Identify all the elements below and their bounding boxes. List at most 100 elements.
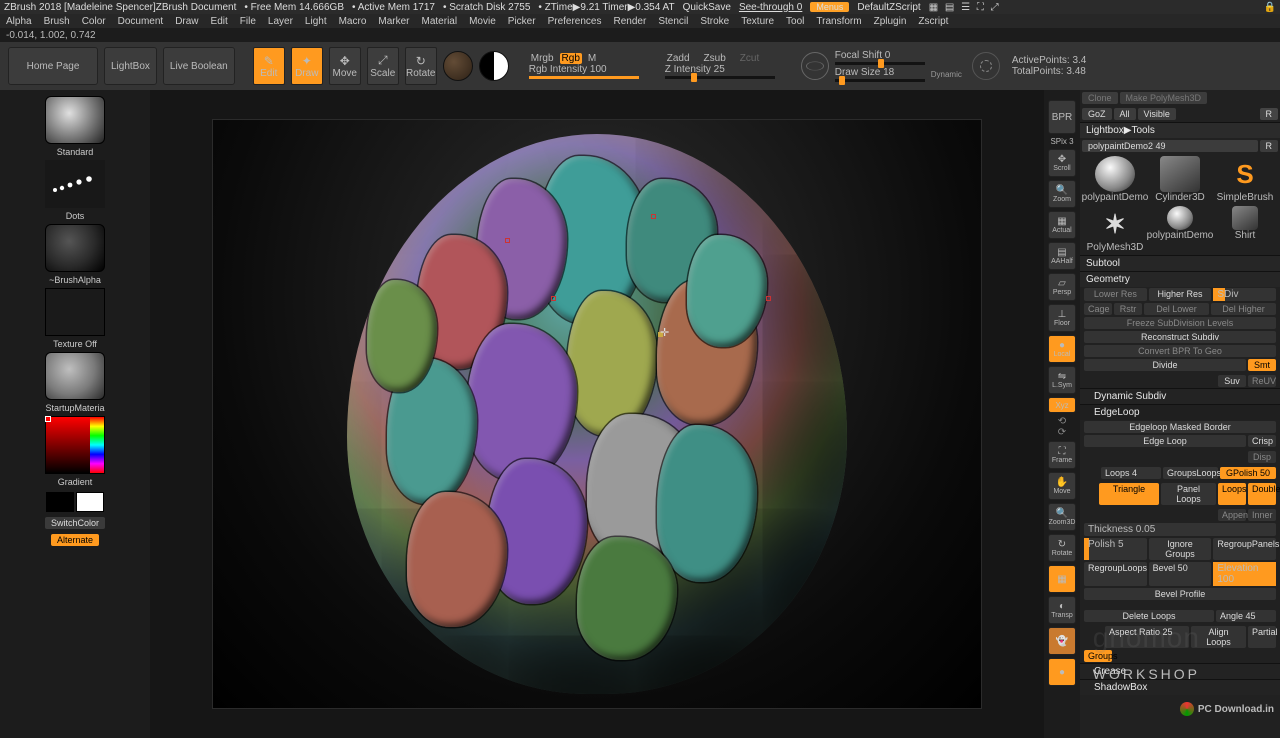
menu-brush[interactable]: Brush — [42, 16, 72, 27]
ghost-button[interactable]: 👻 — [1048, 627, 1076, 655]
move3d-button[interactable]: ✋Move — [1048, 472, 1076, 500]
live-boolean-button[interactable]: Live Boolean — [163, 47, 235, 85]
color-picker[interactable] — [45, 416, 105, 474]
menu-zplugin[interactable]: Zplugin — [872, 16, 909, 27]
loops2-button[interactable]: Loops — [1218, 483, 1246, 505]
rotate-mode-button[interactable]: ↻Rotate — [405, 47, 437, 85]
thickness-slider[interactable]: Thickness 0.05 — [1084, 523, 1276, 536]
frame-button[interactable]: ⛶Frame — [1048, 441, 1076, 469]
zadd-button[interactable]: Zadd — [665, 53, 692, 64]
angle-slider[interactable]: Angle 45 — [1216, 610, 1276, 622]
menu-preferences[interactable]: Preferences — [546, 16, 604, 27]
menu-draw[interactable]: Draw — [173, 16, 200, 27]
menu-picker[interactable]: Picker — [506, 16, 538, 27]
menus-toggle[interactable]: Menus — [810, 2, 849, 12]
tool-polypaint2[interactable]: polypaintDemo — [1149, 206, 1211, 253]
groupsloops-button[interactable]: GroupsLoops — [1163, 467, 1218, 479]
brush-preview-icon[interactable] — [972, 52, 1000, 80]
lsym-button[interactable]: ⇋L.Sym — [1048, 366, 1076, 394]
triangle-button[interactable]: Triangle — [1099, 483, 1159, 505]
lightbox-button[interactable]: LightBox — [104, 47, 157, 85]
bpr-button[interactable]: BPR — [1048, 100, 1076, 134]
bevel-profile-button[interactable]: Bevel Profile — [1084, 588, 1276, 600]
default-zscript[interactable]: DefaultZScript — [857, 2, 920, 13]
panel-loops-button[interactable]: Panel Loops — [1161, 483, 1216, 505]
edit-mode-button[interactable]: ✎Edit — [253, 47, 285, 85]
texture-thumb[interactable] — [45, 288, 105, 336]
dynamic-toggle[interactable]: Dynamic — [931, 70, 962, 79]
goz-all-button[interactable]: All — [1114, 108, 1136, 120]
inner-button[interactable]: Inner — [1248, 509, 1276, 521]
menu-alpha[interactable]: Alpha — [4, 16, 34, 27]
tool-shirt[interactable]: Shirt — [1214, 206, 1276, 253]
solo-button[interactable]: ● — [1048, 658, 1076, 686]
menu-material[interactable]: Material — [420, 16, 460, 27]
lower-res-button[interactable]: Lower Res — [1084, 288, 1147, 301]
tool-polymesh3d[interactable]: ✶PolyMesh3D — [1084, 206, 1146, 253]
zsub-button[interactable]: Zsub — [702, 53, 728, 64]
alternate-button[interactable]: Alternate — [51, 534, 99, 546]
quicksave-button[interactable]: QuickSave — [683, 2, 731, 13]
subtool-header[interactable]: Subtool — [1080, 255, 1280, 271]
dynamic-subdiv-header[interactable]: Dynamic Subdiv — [1080, 388, 1280, 404]
lock-icon[interactable]: 🔒 — [1264, 2, 1276, 13]
goz-visible-button[interactable]: Visible — [1138, 108, 1176, 120]
move-mode-button[interactable]: ✥Move — [329, 47, 361, 85]
stroke-thumb[interactable] — [45, 160, 105, 208]
home-page-button[interactable]: Home Page — [8, 47, 98, 85]
menu-stroke[interactable]: Stroke — [698, 16, 731, 27]
scroll-button[interactable]: ✥Scroll — [1048, 149, 1076, 177]
gpolish-slider[interactable]: GPolish 50 — [1220, 467, 1276, 479]
convert-bpr-button[interactable]: Convert BPR To Geo — [1084, 345, 1276, 357]
edgeloop-masked-button[interactable]: Edgeloop Masked Border — [1084, 421, 1276, 433]
freeze-subdiv-button[interactable]: Freeze SubDivision Levels — [1084, 317, 1276, 329]
m-button[interactable]: M — [586, 53, 598, 64]
regroup-panels-button[interactable]: RegroupPanels — [1213, 538, 1276, 560]
reuv-button[interactable]: ReUV — [1248, 375, 1276, 387]
swatch-secondary[interactable] — [46, 492, 74, 512]
polish-slider[interactable]: Polish 5 — [1084, 538, 1147, 560]
aahalf-button[interactable]: ▤AAHalf — [1048, 242, 1076, 270]
menu-zscript[interactable]: Zscript — [916, 16, 950, 27]
active-tool-label[interactable]: polypaintDemo2 49 — [1082, 140, 1258, 152]
zoom3d-button[interactable]: 🔍Zoom3D — [1048, 503, 1076, 531]
focal-shift-slider[interactable] — [835, 62, 925, 65]
draw-size-slider[interactable] — [835, 79, 925, 82]
gradient-label[interactable]: Gradient — [58, 477, 93, 487]
polyf-button[interactable]: ▦ — [1048, 565, 1076, 593]
ignore-groups-button[interactable]: Ignore Groups — [1149, 538, 1212, 560]
regroup-loops-button[interactable]: RegroupLoops — [1084, 562, 1147, 586]
menu-document[interactable]: Document — [116, 16, 166, 27]
edge-loop-button[interactable]: Edge Loop — [1084, 435, 1246, 447]
menu-stencil[interactable]: Stencil — [656, 16, 690, 27]
draw-mode-button[interactable]: ✦Draw — [291, 47, 323, 85]
del-higher-button[interactable]: Del Higher — [1211, 303, 1276, 315]
material-thumb[interactable] — [45, 352, 105, 400]
see-through-slider[interactable]: See-through 0 — [739, 2, 802, 13]
menu-layer[interactable]: Layer — [266, 16, 295, 27]
rotate3d-button[interactable]: ↻Rotate — [1048, 534, 1076, 562]
tool-simplebrush[interactable]: SSimpleBrush — [1214, 156, 1276, 203]
mesh-object[interactable] — [347, 134, 847, 694]
viewport[interactable]: ✛ — [212, 119, 982, 709]
rgb-intensity-slider[interactable] — [529, 76, 639, 79]
lightbox-tools[interactable]: Lightbox▶Tools — [1080, 122, 1280, 138]
actual-button[interactable]: ▦Actual — [1048, 211, 1076, 239]
menu-light[interactable]: Light — [303, 16, 329, 27]
sdiv-slider[interactable]: SDiv — [1213, 288, 1276, 301]
menu-edit[interactable]: Edit — [209, 16, 230, 27]
xyz-button[interactable]: Xyz — [1048, 397, 1076, 413]
tool-cylinder[interactable]: Cylinder3D — [1149, 156, 1211, 203]
append-button[interactable]: Append — [1218, 509, 1246, 521]
menu-texture[interactable]: Texture — [739, 16, 776, 27]
double-button[interactable]: Double — [1248, 483, 1276, 505]
gizmo-toggle[interactable] — [479, 51, 509, 81]
scale-mode-button[interactable]: ⤢Scale — [367, 47, 399, 85]
mrgb-button[interactable]: Mrgb — [529, 53, 556, 64]
clone-button[interactable]: Clone — [1082, 92, 1118, 104]
menu-color[interactable]: Color — [80, 16, 108, 27]
loops-slider[interactable]: Loops 4 — [1101, 467, 1161, 479]
cage-button[interactable]: Cage — [1084, 303, 1112, 315]
titlebar-icons[interactable]: ▦ ▤ ☰ ⛶ ⤢ — [929, 2, 1001, 13]
partial-button[interactable]: Partial — [1248, 626, 1276, 648]
